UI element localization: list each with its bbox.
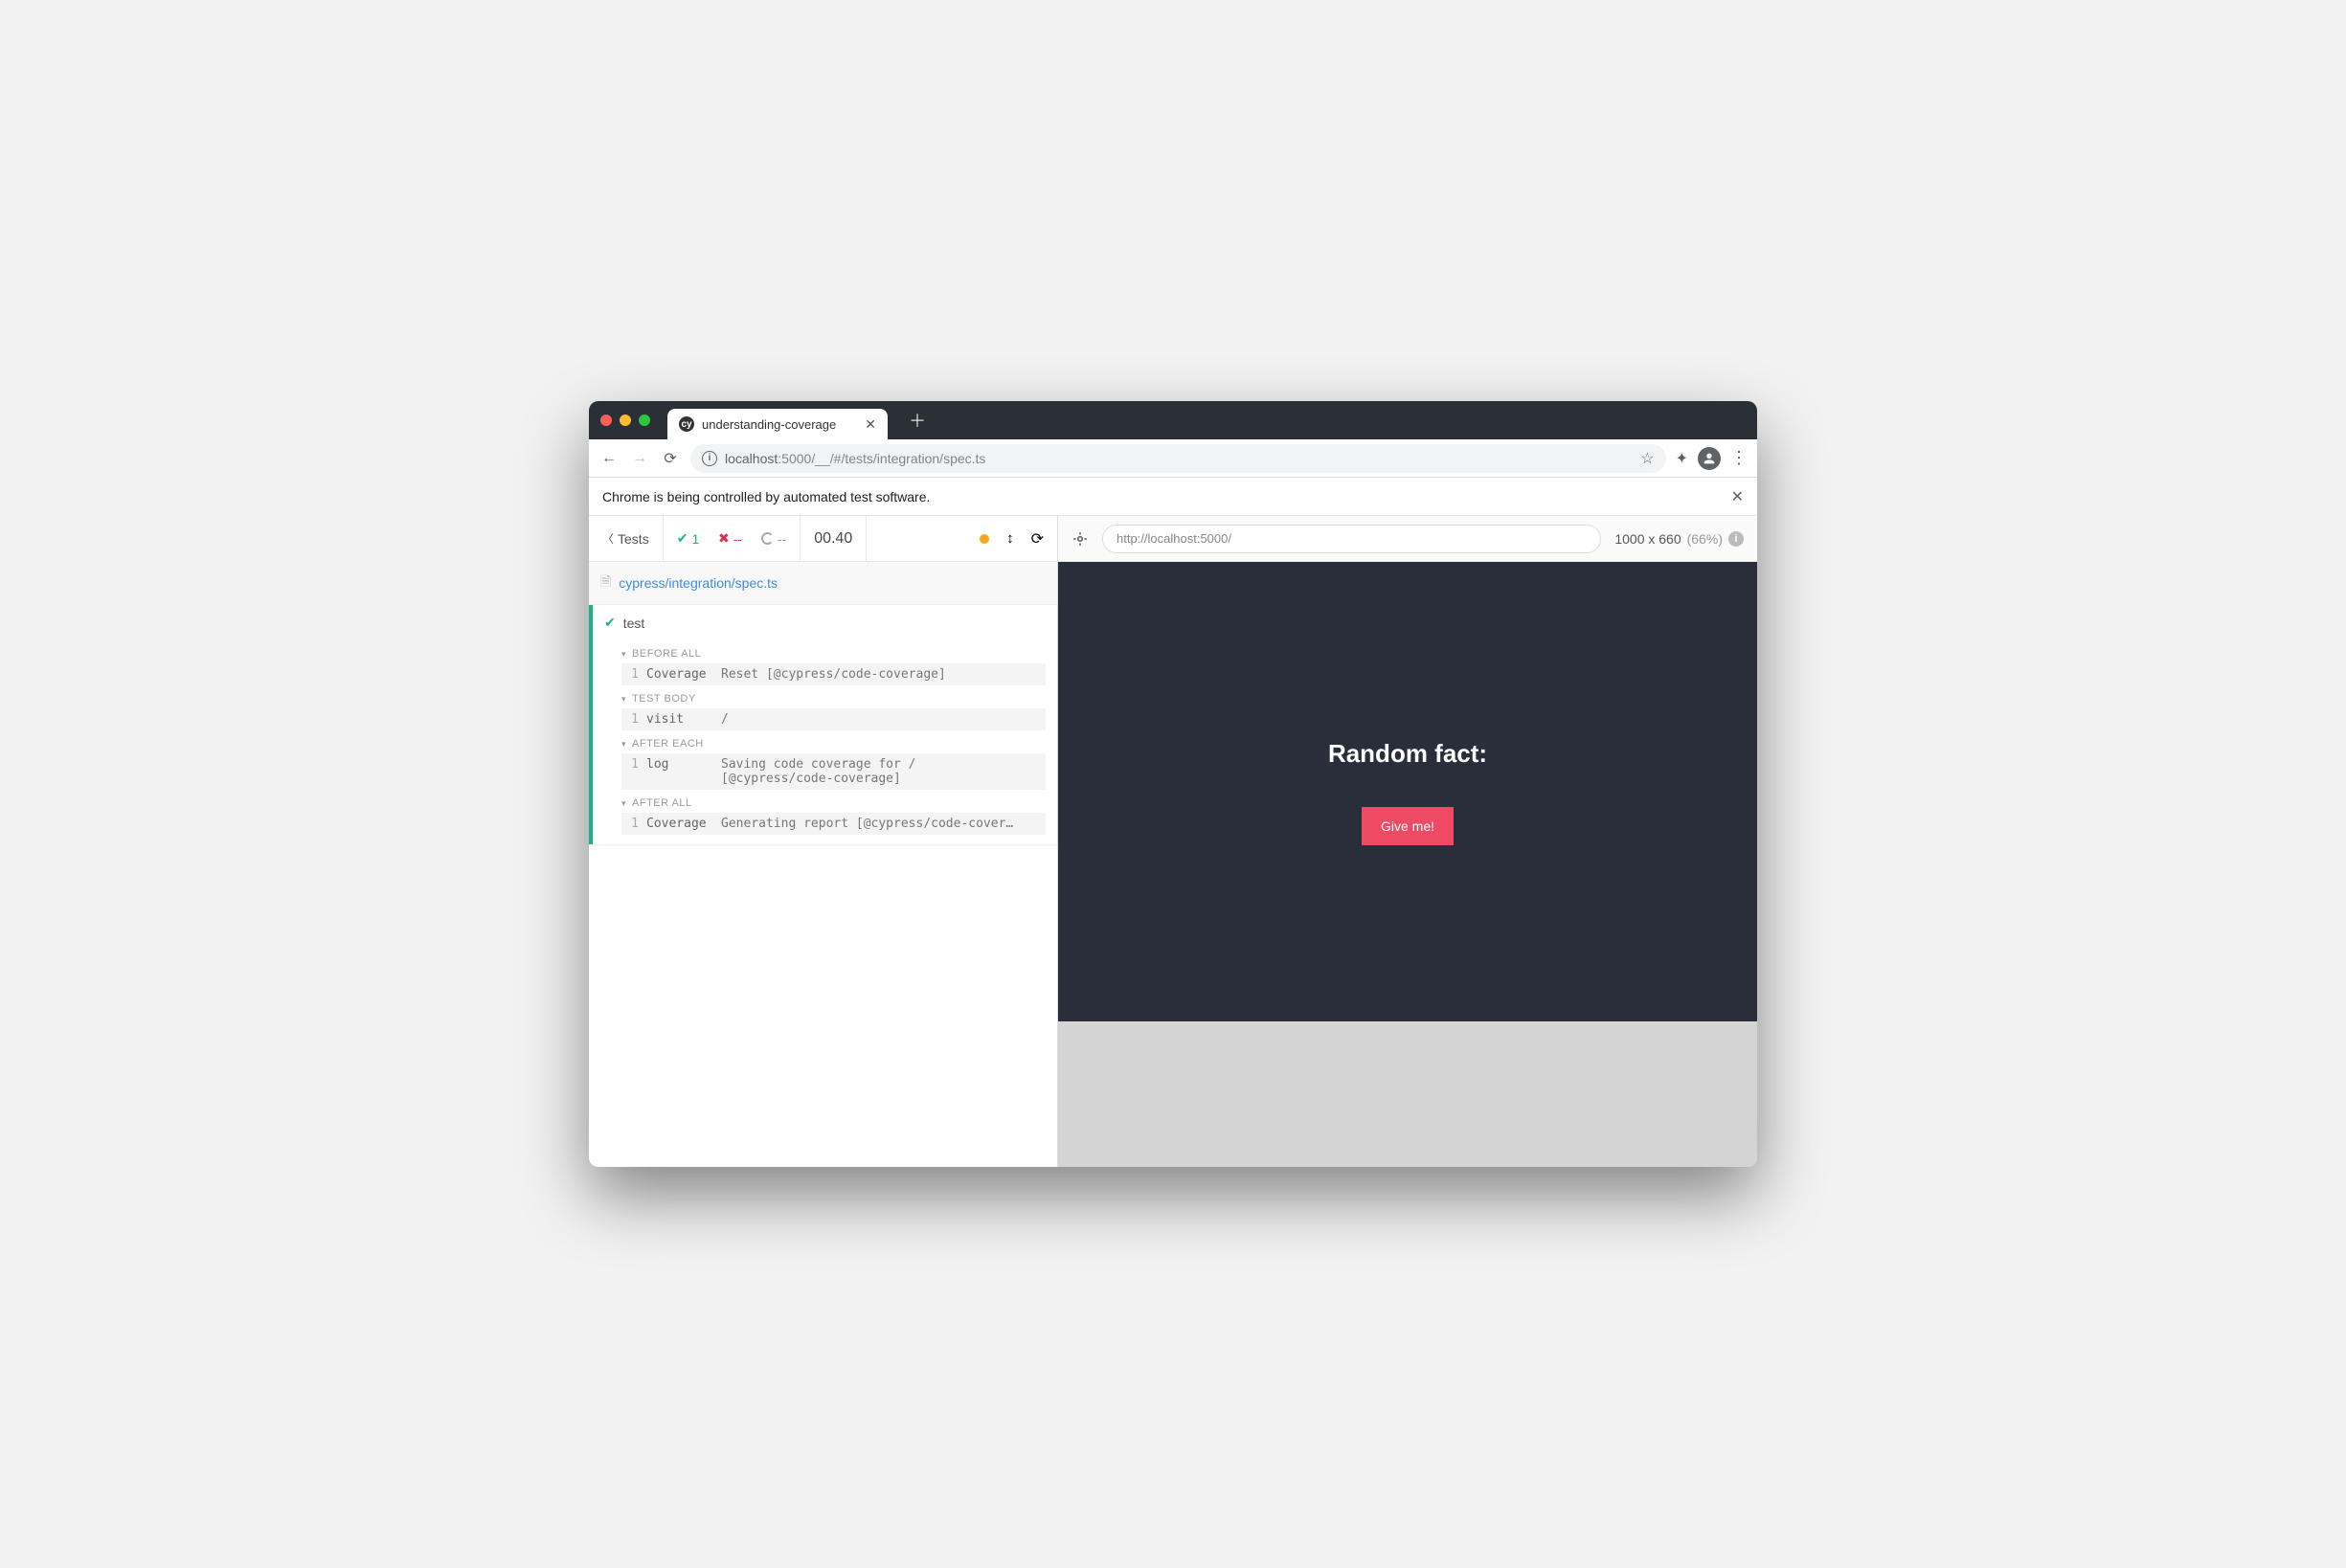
test-title-row[interactable]: ✔ test: [593, 605, 1057, 640]
section-label-text: AFTER EACH: [632, 738, 704, 750]
passed-count: ✔ 1: [677, 530, 700, 547]
section-label-text: AFTER ALL: [632, 797, 692, 809]
command-message: Reset [@cypress/code-coverage]: [721, 667, 1046, 682]
pending-count: --: [761, 531, 786, 547]
reload-button[interactable]: ⟳: [660, 449, 681, 468]
stats-cell: ✔ 1 ✖ -- --: [664, 516, 801, 561]
command-message: Saving code coverage for / [@cypress/cod…: [721, 757, 1046, 786]
chevron-left-icon: 〈: [602, 530, 614, 547]
spinner-icon: [761, 532, 774, 545]
section-label-text: BEFORE ALL: [632, 648, 701, 660]
command-row[interactable]: 1 Coverage Reset [@cypress/code-coverage…: [621, 663, 1046, 685]
runner-controls: ↕ ⟳: [867, 516, 1057, 561]
command-row[interactable]: 1 visit /: [621, 708, 1046, 730]
browser-menu-icon[interactable]: ⋮: [1730, 448, 1748, 468]
status-dot-icon: [980, 534, 989, 544]
caret-down-icon: ▾: [621, 798, 626, 809]
aut-url-text: http://localhost:5000/: [1117, 531, 1231, 546]
command-number: 1: [621, 757, 646, 772]
banner-close-icon[interactable]: ✕: [1731, 487, 1744, 506]
new-tab-button[interactable]: ＋: [909, 408, 926, 433]
application-under-test: Random fact: Give me!: [1058, 562, 1757, 1021]
test-name: test: [623, 616, 645, 631]
omnibox[interactable]: i localhost:5000/__/#/tests/integration/…: [690, 444, 1666, 473]
titlebar: cy understanding-coverage ✕ ＋: [589, 401, 1757, 439]
command-number: 1: [621, 712, 646, 727]
section-test-body[interactable]: ▾ TEST BODY: [593, 685, 1057, 708]
command-name: log: [646, 757, 721, 772]
automation-banner: Chrome is being controlled by automated …: [589, 478, 1757, 516]
omnibox-url: localhost:5000/__/#/tests/integration/sp…: [725, 451, 985, 466]
browser-tab[interactable]: cy understanding-coverage ✕: [667, 409, 888, 439]
aut-header: http://localhost:5000/ 1000 x 660 (66%) …: [1058, 516, 1757, 562]
aut-panel: http://localhost:5000/ 1000 x 660 (66%) …: [1058, 516, 1757, 1167]
failed-count: ✖ --: [718, 530, 742, 547]
check-icon: ✔: [677, 530, 688, 547]
command-number: 1: [621, 817, 646, 831]
test-block: ✔ test ▾ BEFORE ALL 1 Coverage Reset [@c…: [589, 605, 1057, 844]
info-icon[interactable]: i: [1728, 531, 1744, 547]
viewport-scale: (66%): [1687, 531, 1723, 547]
tests-label: Tests: [618, 531, 649, 547]
viewport-size: 1000 x 660: [1614, 531, 1681, 547]
check-icon: ✔: [604, 615, 616, 631]
command-row[interactable]: 1 log Saving code coverage for / [@cypre…: [621, 753, 1046, 790]
bookmark-icon[interactable]: ☆: [1640, 449, 1654, 468]
maximize-window-icon[interactable]: [639, 414, 650, 426]
minimize-window-icon[interactable]: [620, 414, 631, 426]
section-after-each[interactable]: ▾ AFTER EACH: [593, 730, 1057, 753]
back-button[interactable]: ←: [598, 450, 620, 467]
command-message: /: [721, 712, 1046, 727]
back-to-tests-button[interactable]: 〈 Tests: [589, 516, 664, 561]
banner-text: Chrome is being controlled by automated …: [602, 489, 930, 504]
viewport-info: 1000 x 660 (66%) i: [1614, 531, 1744, 547]
caret-down-icon: ▾: [621, 739, 626, 750]
aut-url-display[interactable]: http://localhost:5000/: [1102, 525, 1601, 553]
aut-stage: Random fact: Give me!: [1058, 562, 1757, 1167]
forward-button[interactable]: →: [629, 450, 650, 467]
command-name: visit: [646, 712, 721, 727]
section-label-text: TEST BODY: [632, 693, 696, 705]
reporter-header: 〈 Tests ✔ 1 ✖ -- -: [589, 516, 1057, 562]
selector-playground-icon[interactable]: [1071, 530, 1089, 548]
section-after-all[interactable]: ▾ AFTER ALL: [593, 790, 1057, 813]
toggle-auto-scroll-icon[interactable]: ↕: [1006, 530, 1014, 547]
caret-down-icon: ▾: [621, 649, 626, 660]
command-number: 1: [621, 667, 646, 682]
site-info-icon[interactable]: i: [702, 451, 717, 466]
duration: 00.40: [801, 516, 867, 561]
spec-path-text: cypress/integration/spec.ts: [619, 575, 778, 591]
close-window-icon[interactable]: [600, 414, 612, 426]
x-icon: ✖: [718, 530, 730, 547]
rerun-tests-icon[interactable]: ⟳: [1031, 529, 1044, 549]
app-heading: Random fact:: [1328, 739, 1487, 769]
tab-title: understanding-coverage: [702, 417, 857, 432]
address-bar: ← → ⟳ i localhost:5000/__/#/tests/integr…: [589, 439, 1757, 478]
command-name: Coverage: [646, 817, 721, 831]
section-before-all[interactable]: ▾ BEFORE ALL: [593, 640, 1057, 663]
content-area: 〈 Tests ✔ 1 ✖ -- -: [589, 516, 1757, 1167]
give-me-button[interactable]: Give me!: [1362, 807, 1454, 845]
caret-down-icon: ▾: [621, 694, 626, 705]
command-row[interactable]: 1 Coverage Generating report [@cypress/c…: [621, 813, 1046, 835]
command-message: Generating report [@cypress/code-cover…: [721, 817, 1046, 831]
cypress-reporter-panel: 〈 Tests ✔ 1 ✖ -- -: [589, 516, 1058, 1167]
browser-window: cy understanding-coverage ✕ ＋ ← → ⟳ i lo…: [589, 401, 1757, 1167]
traffic-lights: [600, 414, 650, 426]
cypress-favicon-icon: cy: [679, 416, 694, 432]
spec-file-link[interactable]: 🗎 cypress/integration/spec.ts: [589, 562, 1057, 605]
profile-avatar-icon[interactable]: [1698, 447, 1721, 470]
extensions-icon[interactable]: ✦: [1676, 449, 1688, 468]
command-name: Coverage: [646, 667, 721, 682]
file-icon: 🗎: [600, 571, 611, 594]
close-tab-icon[interactable]: ✕: [865, 416, 876, 433]
